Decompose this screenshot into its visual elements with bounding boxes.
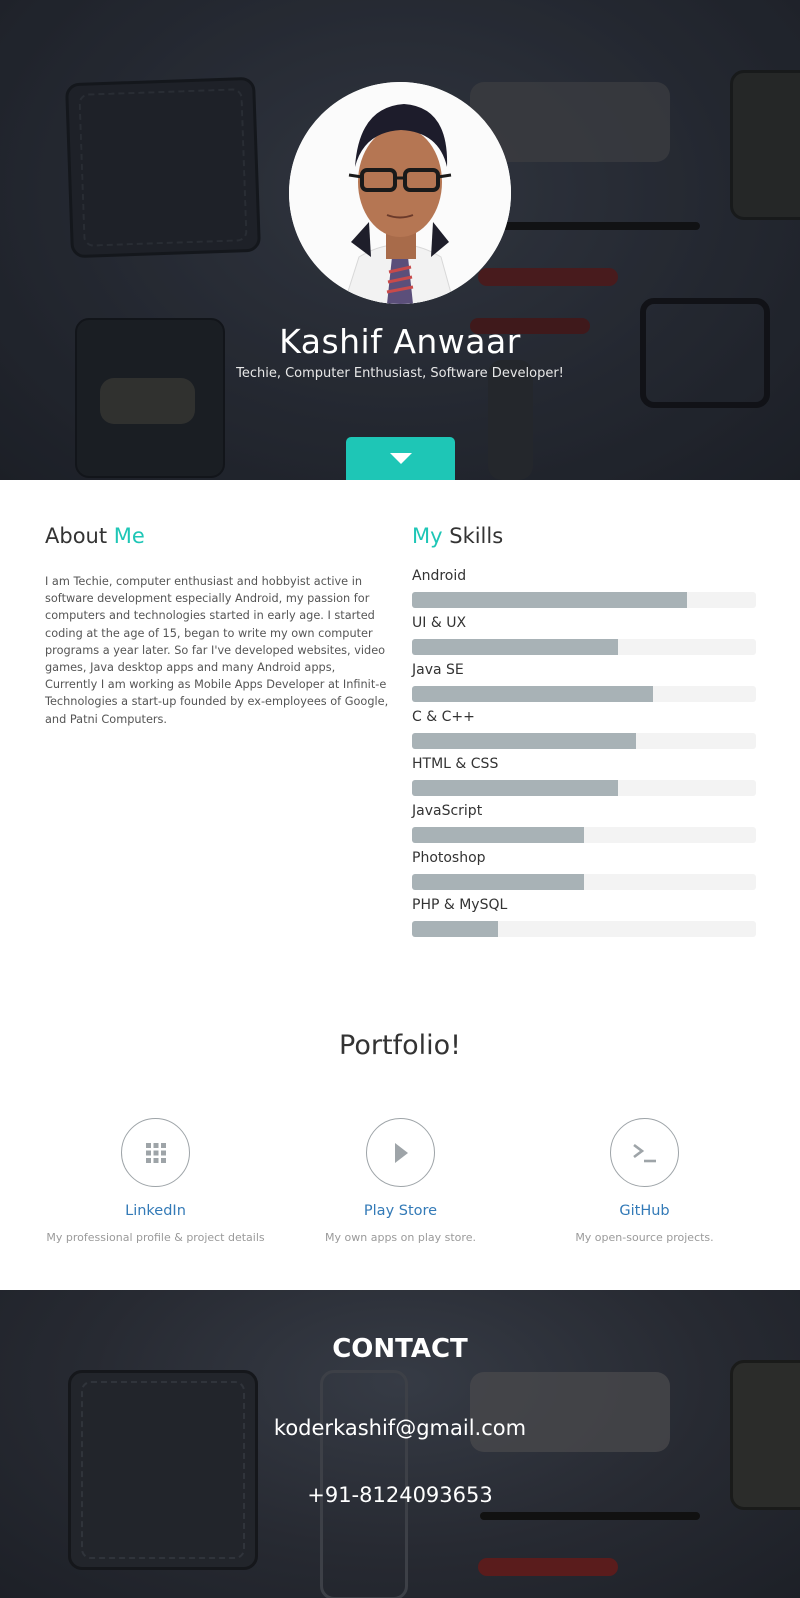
skill-bar [412,827,756,843]
skills-title: My Skills [412,524,503,548]
hero-name: Kashif Anwaar [279,322,521,361]
skill-label: UI & UX [412,615,467,631]
skill-bar-fill [412,686,653,702]
skill-bar-fill [412,639,619,655]
contact-phone[interactable]: +91-8124093653 [0,1483,800,1507]
skill-bar-fill [412,874,584,890]
about-text: I am Techie, computer enthusiast and hob… [45,575,389,726]
portfolio-icon-button[interactable] [121,1118,190,1187]
skill-label: PHP & MySQL [412,897,508,913]
portfolio-item-playstore: Play Store My own apps on play store. [278,1118,523,1244]
skill-label: HTML & CSS [412,756,499,772]
skill-item: C & C++ [412,709,756,756]
background-pen [480,1512,700,1520]
skill-bar-fill [412,592,688,608]
portfolio-link[interactable]: LinkedIn [33,1203,278,1219]
skill-item: Android [412,568,756,615]
skill-bar-fill [412,733,636,749]
skill-item: HTML & CSS [412,756,756,803]
skill-label: Android [412,568,467,584]
background-bowtie [470,1372,670,1452]
skill-bar [412,592,756,608]
profile-avatar [289,82,511,304]
skill-item: JavaScript [412,803,756,850]
skill-bar [412,639,756,655]
skill-item: Photoshop [412,850,756,897]
skill-label: Java SE [412,662,464,678]
skill-label: C & C++ [412,709,475,725]
background-pen-red [478,1558,618,1576]
portfolio-description: My open-source projects. [575,1231,714,1244]
portfolio-icon-button[interactable] [366,1118,435,1187]
skill-label: Photoshop [412,850,486,866]
portfolio-item-github: GitHub My open-source projects. [522,1118,767,1244]
contact-title: CONTACT [332,1334,468,1364]
skill-bar [412,780,756,796]
scroll-down-button[interactable] [346,437,455,480]
about-title-plain: About [45,524,108,548]
portfolio-title: Portfolio! [339,1030,461,1061]
caret-down-icon [389,453,412,464]
contact-section: CONTACT koderkashif@gmail.com +91-812409… [0,1290,800,1598]
about-title-accent: Me [113,524,145,548]
background-wallet [68,1370,258,1570]
portfolio-link[interactable]: GitHub [522,1203,767,1219]
skill-bar [412,874,756,890]
skill-item: Java SE [412,662,756,709]
profile-photo [289,82,511,304]
about-title: About Me [45,524,145,548]
skill-label: JavaScript [412,803,483,819]
portfolio-item-linkedin: LinkedIn My professional profile & proje… [33,1118,278,1244]
skill-bar-fill [412,780,619,796]
skill-bar-fill [412,827,584,843]
terminal-icon [632,1143,656,1162]
play-icon [394,1142,408,1163]
skill-bar [412,921,756,937]
skills-title-plain: Skills [449,524,504,548]
portfolio-link[interactable]: Play Store [278,1203,523,1219]
portfolio-description: My own apps on play store. [325,1231,476,1244]
hero-tagline: Techie, Computer Enthusiast, Software De… [236,366,564,381]
portfolio-icon-button[interactable] [610,1118,679,1187]
skill-bar [412,733,756,749]
hero-section: Kashif Anwaar Techie, Computer Enthusias… [0,0,800,480]
portfolio-description: My professional profile & project detail… [46,1231,265,1244]
skill-bar-fill [412,921,498,937]
skill-item: UI & UX [412,615,756,662]
grid-icon [145,1142,166,1163]
skills-title-accent: My [412,524,443,548]
skill-item: PHP & MySQL [412,897,756,944]
skill-bar [412,686,756,702]
contact-email[interactable]: koderkashif@gmail.com [0,1416,800,1440]
skills-list: Android UI & UX Java SE C & C++ HTML & C… [412,568,756,944]
